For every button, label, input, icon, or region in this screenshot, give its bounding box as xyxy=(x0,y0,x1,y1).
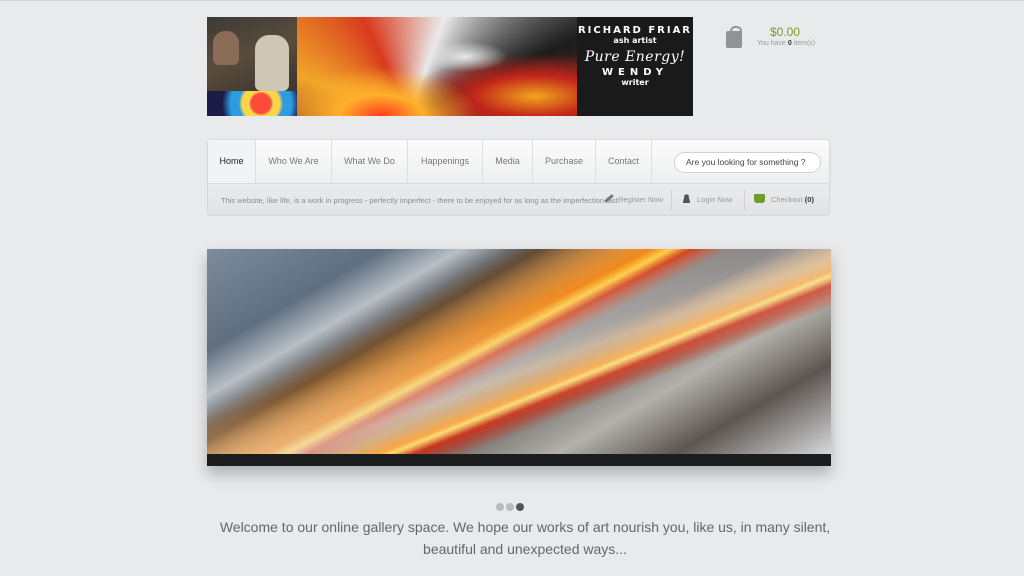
checkout-label: Checkout xyxy=(771,195,803,204)
info-bar: This website, like life, is a work in pr… xyxy=(207,184,830,216)
register-label: Register Now xyxy=(618,195,664,204)
pencil-icon xyxy=(604,194,614,203)
nav-who-we-are[interactable]: Who We Are xyxy=(256,140,332,183)
nav-what-we-do[interactable]: What We Do xyxy=(332,140,408,183)
nav-home[interactable]: Home xyxy=(208,140,256,183)
slide-artwork xyxy=(207,249,831,454)
divider xyxy=(671,190,672,210)
welcome-line-2: beautiful and unexpected ways... xyxy=(423,541,627,557)
site-motto: This website, like life, is a work in pr… xyxy=(221,196,620,205)
slider-dot[interactable] xyxy=(506,503,514,511)
image-slider[interactable] xyxy=(207,249,831,466)
cart-suffix: item(s) xyxy=(791,40,816,47)
register-link[interactable]: Register Now xyxy=(604,184,663,216)
nav-purchase[interactable]: Purchase xyxy=(533,140,596,183)
wendy-figure xyxy=(213,31,239,65)
cart-count: You have 0 item(s) xyxy=(757,40,815,47)
writer-role: writer xyxy=(621,78,649,87)
banner-title-box: RICHARD FRIAR ash artist Pure Energy! WE… xyxy=(577,17,693,116)
artist-role: ash artist xyxy=(613,36,657,45)
user-icon xyxy=(682,194,691,203)
nav-happenings[interactable]: Happenings xyxy=(408,140,483,183)
login-label: Login Now xyxy=(697,195,733,204)
shopping-bag-icon[interactable] xyxy=(726,26,742,48)
welcome-text: Welcome to our online gallery space. We … xyxy=(207,516,843,560)
checkout-count: (0) xyxy=(804,195,814,204)
richard-figure xyxy=(255,35,289,91)
cart-prefix: You have xyxy=(757,40,788,47)
slider-dot[interactable] xyxy=(496,503,504,511)
main-nav: Home Who We Are What We Do Happenings Me… xyxy=(207,139,830,184)
search-input[interactable]: Are you looking for something ? xyxy=(674,152,821,173)
tagline: Pure Energy! xyxy=(584,49,686,65)
slide-caption-bar xyxy=(207,454,831,466)
welcome-line-1: Welcome to our online gallery space. We … xyxy=(219,519,831,535)
login-link[interactable]: Login Now xyxy=(682,184,732,216)
slider-dot-active[interactable] xyxy=(516,503,524,511)
basket-icon xyxy=(754,194,765,203)
writer-name: WENDY xyxy=(601,67,669,78)
artist-name: RICHARD FRIAR xyxy=(577,25,693,36)
header-banner[interactable]: RICHARD FRIAR ash artist Pure Energy! WE… xyxy=(207,17,693,116)
cart-total[interactable]: $0.00 xyxy=(770,25,800,39)
top-border xyxy=(0,0,1024,1)
banner-artwork xyxy=(297,17,577,116)
nav-media[interactable]: Media xyxy=(483,140,533,183)
nav-contact[interactable]: Contact xyxy=(596,140,652,183)
artists-photo xyxy=(207,17,297,116)
checkout-link[interactable]: Checkout (0) xyxy=(754,184,814,216)
divider xyxy=(744,190,745,210)
artwork-rug xyxy=(207,91,297,116)
slider-dots xyxy=(496,496,526,515)
